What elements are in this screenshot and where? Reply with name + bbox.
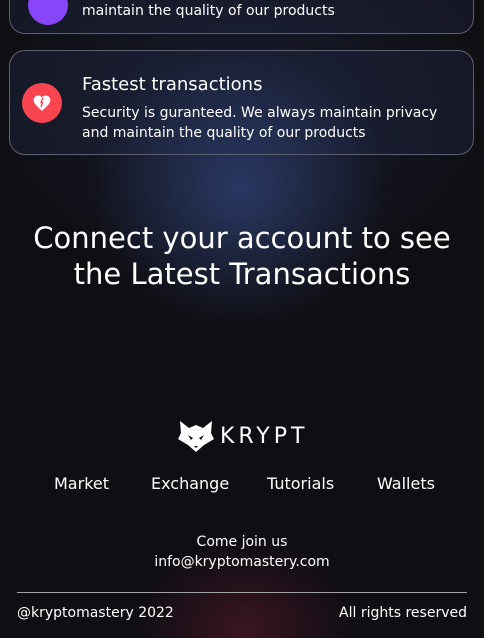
feature-card-fastest-transactions: Fastest transactions Security is gurante… xyxy=(9,50,474,155)
heart-glyph xyxy=(33,95,51,111)
heart-icon xyxy=(22,83,62,123)
nav-link-tutorials[interactable]: Tutorials xyxy=(267,473,334,495)
brand-name: KRYPT xyxy=(220,423,309,449)
fox-logo-icon xyxy=(178,421,214,452)
headline-line-1: Connect your account to see xyxy=(33,221,451,255)
feature-card-partial: maintain the quality of our products xyxy=(9,0,474,34)
join-text: Come join us xyxy=(196,534,288,550)
feature-card-partial-desc: maintain the quality of our products xyxy=(82,3,335,19)
transactions-headline: Connect your account to see the Latest T… xyxy=(0,220,484,292)
nav-link-exchange[interactable]: Exchange xyxy=(151,473,229,495)
footer-divider xyxy=(17,592,467,593)
feature-description: Security is guranteed. We always maintai… xyxy=(82,105,438,141)
copyright-text: @kryptomastery 2022 xyxy=(17,605,174,621)
feature-title: Fastest transactions xyxy=(82,74,263,95)
rights-text: All rights reserved xyxy=(339,605,467,621)
footer-nav: Market Exchange Tutorials Wallets xyxy=(0,473,484,495)
contact-email[interactable]: info@kryptomastery.com xyxy=(0,552,484,572)
nav-link-market[interactable]: Market xyxy=(54,473,109,495)
headline-line-2: the Latest Transactions xyxy=(73,257,411,291)
nav-link-wallets[interactable]: Wallets xyxy=(377,473,435,495)
krypt-logo[interactable]: KRYPT xyxy=(178,418,308,454)
feature-icon-partial xyxy=(28,0,68,25)
